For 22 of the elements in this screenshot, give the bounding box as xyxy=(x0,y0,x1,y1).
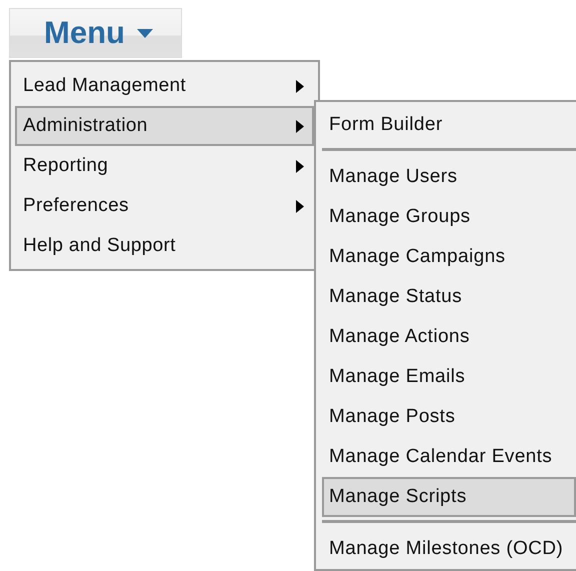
submenu-item[interactable]: Manage Posts xyxy=(322,397,576,437)
submenu-item[interactable]: Manage Users xyxy=(322,157,576,197)
submenu-item[interactable]: Manage Scripts xyxy=(322,477,576,517)
submenu-arrow-icon xyxy=(296,200,304,212)
submenu-item[interactable]: Manage Emails xyxy=(322,357,576,397)
caret-icon xyxy=(136,28,153,38)
submenu-item[interactable]: Manage Actions xyxy=(322,317,576,357)
menu-item[interactable]: Preferences xyxy=(15,186,314,226)
submenu-item[interactable]: Form Builder xyxy=(322,105,576,145)
submenu-arrow-icon xyxy=(296,120,304,132)
submenu-arrow-icon xyxy=(296,160,304,172)
menu-item[interactable]: Administration xyxy=(15,106,314,146)
submenu-item[interactable]: Manage Groups xyxy=(322,197,576,237)
menu-item[interactable]: Help and Support xyxy=(15,226,314,266)
menu-item[interactable]: Reporting xyxy=(15,146,314,186)
menu-item[interactable]: Lead Management xyxy=(15,66,314,106)
submenu-arrow-icon xyxy=(296,80,304,92)
menu-button[interactable]: Menu xyxy=(9,8,182,58)
submenu-item[interactable]: Manage Calendar Events xyxy=(322,437,576,477)
submenu-item[interactable]: Manage Milestones (OCD) xyxy=(322,529,576,569)
submenu-item[interactable]: Manage Campaigns xyxy=(322,237,576,277)
submenu-item[interactable]: Manage Status xyxy=(322,277,576,317)
